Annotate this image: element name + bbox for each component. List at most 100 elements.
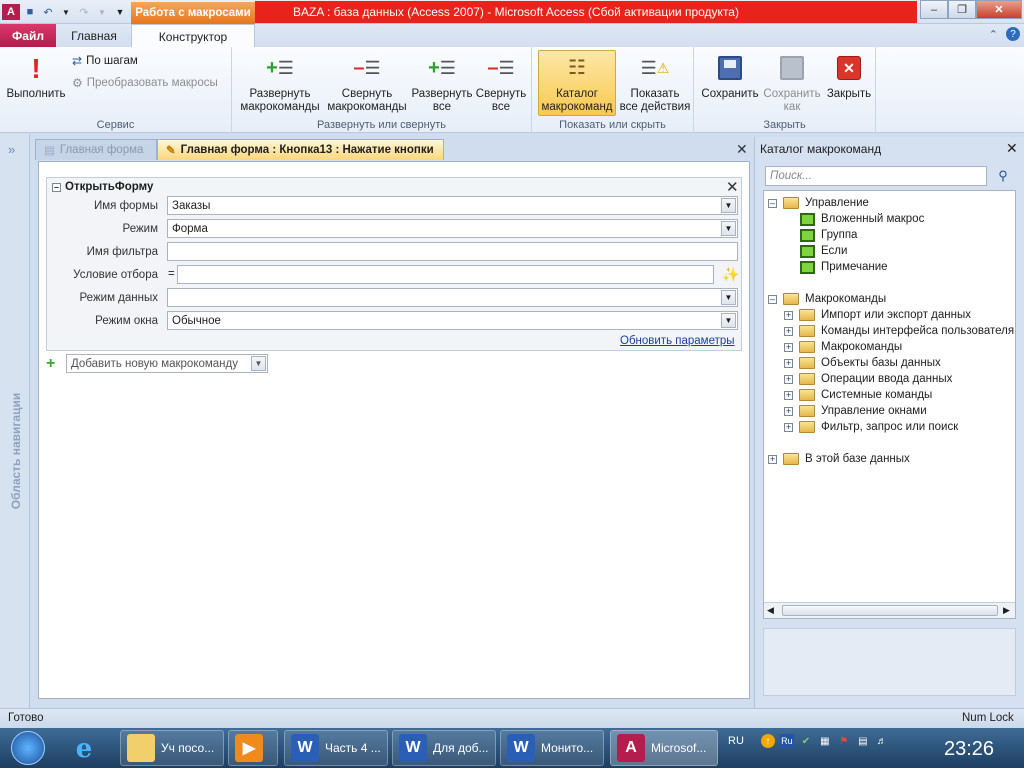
tree-item[interactable]: + Объекты базы данных	[784, 355, 941, 371]
window-mode-select[interactable]: Обычное ▼	[167, 311, 738, 330]
minimize-ribbon-icon[interactable]: ⌃	[989, 28, 998, 41]
delete-action-icon[interactable]: ✕	[726, 178, 739, 196]
close-catalog-icon[interactable]: ✕	[1006, 140, 1018, 157]
security-icon[interactable]: ✔	[799, 734, 813, 748]
collapse-action-icon[interactable]: –	[52, 182, 61, 192]
taskbar-item-access[interactable]: A Microsof...	[610, 730, 718, 766]
horizontal-scrollbar[interactable]: ◀ ▶	[764, 602, 1015, 618]
document-tabs: ▤ Главная форма ✎ Главная форма : Кнопка…	[32, 138, 754, 160]
expand-node-icon: +	[784, 421, 793, 432]
customize-qat-icon[interactable]: ▼	[112, 4, 128, 20]
devices-icon[interactable]: ▦	[818, 734, 832, 748]
collapse-actions-button[interactable]: – ☰ Свернуть макрокоманды	[324, 51, 410, 114]
tree-item[interactable]: + Импорт или экспорт данных	[784, 307, 971, 323]
taskbar-item-word-3[interactable]: W Монито...	[500, 730, 604, 766]
dropdown-arrow-icon[interactable]: ▼	[721, 198, 736, 213]
restore-button[interactable]: ❐	[948, 0, 976, 19]
taskbar-item-media[interactable]: ▶	[228, 730, 278, 766]
save-icon[interactable]: ■	[22, 4, 38, 20]
tree-item[interactable]: + Управление окнами	[784, 403, 927, 419]
tree-item[interactable]: Группа	[800, 227, 857, 243]
data-mode-select[interactable]: ▼	[167, 288, 738, 307]
scroll-thumb[interactable]	[782, 605, 998, 616]
catalog-tree-icon: ☷	[568, 56, 586, 79]
network-icon[interactable]: ▤	[856, 734, 870, 748]
close-button[interactable]: ✕ Закрыть	[822, 51, 876, 101]
taskbar-item-folder[interactable]: Уч посо...	[120, 730, 224, 766]
tab-design[interactable]: Конструктор	[131, 24, 255, 48]
flag-icon[interactable]: ⚑	[837, 734, 851, 748]
tab-file[interactable]: Файл	[0, 24, 56, 47]
tab-main-form[interactable]: ▤ Главная форма	[35, 139, 157, 160]
search-icon[interactable]: ⚲	[992, 166, 1014, 186]
tree-item[interactable]: Если	[800, 243, 847, 259]
tree-item[interactable]: + Системные команды	[784, 387, 932, 403]
expand-all-button[interactable]: + ☰ Развернуть все	[410, 51, 474, 114]
keyboard-layout-icon[interactable]: Ru	[779, 734, 794, 748]
collapse-node-icon[interactable]: –	[768, 294, 777, 304]
undo-icon[interactable]: ↶	[40, 4, 56, 20]
minimize-button[interactable]: –	[920, 0, 948, 19]
folder-icon	[127, 734, 155, 762]
clock[interactable]: 23:26	[944, 738, 994, 761]
expression-builder-icon[interactable]: ✨	[722, 266, 739, 283]
program-flow-icon	[800, 260, 815, 274]
language-indicator[interactable]: RU	[728, 735, 744, 747]
scroll-right-icon[interactable]: ▶	[1003, 605, 1010, 616]
volume-icon[interactable]: ♬	[875, 734, 889, 748]
update-icon[interactable]: ↑	[760, 734, 775, 748]
expand-node-icon: +	[784, 309, 793, 320]
collapse-actions-icon: – ☰	[353, 56, 381, 79]
dropdown-arrow-icon[interactable]: ▼	[58, 4, 74, 20]
expand-node-icon[interactable]: +	[768, 454, 777, 464]
action-header[interactable]: – ОткрытьФорму	[52, 181, 153, 193]
expand-nav-icon[interactable]: »	[8, 142, 15, 157]
navigation-pane[interactable]: » Область навигации	[0, 134, 30, 708]
tree-item[interactable]: + Фильтр, запрос или поиск	[784, 419, 958, 435]
program-flow-icon	[800, 228, 815, 242]
tree-item[interactable]: + Операции ввода данных	[784, 371, 952, 387]
dropdown-arrow-icon[interactable]: ▼	[251, 356, 266, 371]
tree-item[interactable]: Вложенный макрос	[800, 211, 924, 227]
tab-macro[interactable]: ✎ Главная форма : Кнопка13 : Нажатие кно…	[157, 139, 444, 160]
step-button[interactable]: ⇄ По шагам	[72, 54, 138, 68]
expand-node-icon: +	[784, 325, 793, 336]
show-all-actions-button[interactable]: ☰ ⚠ Показать все действия	[618, 51, 692, 114]
taskbar-item-word-1[interactable]: W Часть 4 ...	[284, 730, 388, 766]
tree-section-control[interactable]: – Управление	[768, 195, 869, 211]
form-name-select[interactable]: Заказы ▼	[167, 196, 738, 215]
dropdown-arrow-icon[interactable]: ▼	[721, 290, 736, 305]
tab-home[interactable]: Главная	[58, 24, 130, 47]
run-button[interactable]: ! Выполнить	[4, 51, 68, 101]
access-app-icon[interactable]: A	[2, 4, 20, 20]
expand-actions-button[interactable]: + ☰ Развернуть макрокоманды	[238, 51, 322, 114]
collapse-all-button[interactable]: – ☰ Свернуть все	[474, 51, 528, 114]
collapse-node-icon[interactable]: –	[768, 198, 777, 208]
add-action-select[interactable]: Добавить новую макрокоманду ▼	[66, 354, 268, 373]
where-equals-sign: =	[168, 268, 175, 280]
save-button[interactable]: Сохранить	[698, 51, 762, 101]
action-catalog-button[interactable]: ☷ Каталог макрокоманд	[538, 50, 616, 116]
tree-section-actions[interactable]: – Макрокоманды	[768, 291, 886, 307]
where-condition-input[interactable]	[177, 265, 714, 284]
tree-section-this-database[interactable]: + В этой базе данных	[768, 451, 910, 467]
close-document-icon[interactable]: ✕	[736, 141, 748, 158]
scroll-left-icon[interactable]: ◀	[767, 605, 774, 616]
mode-select[interactable]: Форма ▼	[167, 219, 738, 238]
taskbar-item-word-2[interactable]: W Для доб...	[392, 730, 496, 766]
close-red-icon: ✕	[833, 51, 865, 85]
tree-item[interactable]: + Макрокоманды	[784, 339, 902, 355]
dropdown-arrow-icon[interactable]: ▼	[721, 221, 736, 236]
ribbon-tabs: Файл Главная Конструктор ⌃ ?	[0, 24, 1024, 48]
start-button[interactable]	[4, 730, 52, 766]
ie-icon[interactable]: e	[64, 732, 104, 766]
dropdown-arrow-icon[interactable]: ▼	[721, 313, 736, 328]
tree-item[interactable]: + Команды интерфейса пользователя	[784, 323, 1014, 339]
filter-input[interactable]	[167, 242, 738, 261]
tree-item[interactable]: Примечание	[800, 259, 888, 275]
save-as-icon	[776, 51, 808, 85]
update-parameters-link[interactable]: Обновить параметры	[620, 335, 735, 347]
help-icon[interactable]: ?	[1006, 27, 1020, 41]
close-window-button[interactable]: ✕	[976, 0, 1022, 19]
catalog-search-input[interactable]: Поиск...	[765, 166, 987, 186]
